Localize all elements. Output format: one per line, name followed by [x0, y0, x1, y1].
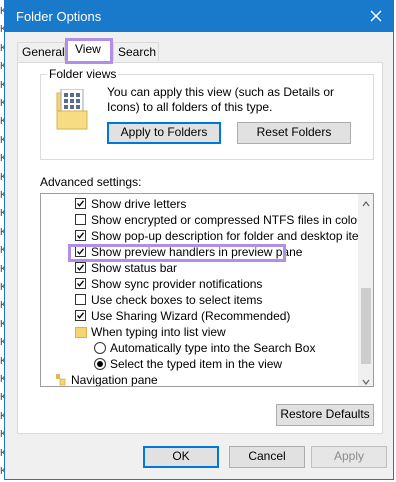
- setting-checkbox[interactable]: [75, 214, 86, 225]
- highlight-annotation: [68, 244, 286, 262]
- setting-label: Navigation pane: [71, 373, 158, 387]
- setting-checkbox[interactable]: [75, 278, 86, 289]
- setting-label: When typing into list view: [91, 325, 226, 339]
- setting-label: Use check boxes to select items: [91, 293, 263, 307]
- ok-button[interactable]: OK: [143, 446, 219, 468]
- close-icon[interactable]: [365, 5, 387, 27]
- setting-row[interactable]: Show drive letters: [41, 196, 359, 213]
- setting-row[interactable]: Show encrypted or compressed NTFS files …: [41, 212, 362, 229]
- setting-row[interactable]: Show pop-up description for folder and d…: [41, 228, 373, 245]
- setting-checkbox[interactable]: [75, 310, 86, 321]
- advanced-settings-label: Advanced settings:: [40, 175, 142, 189]
- window-title: Folder Options: [16, 9, 102, 24]
- setting-label: Show sync provider notifications: [91, 277, 263, 291]
- cancel-button[interactable]: Cancel: [229, 446, 305, 468]
- tab-search[interactable]: Search: [113, 42, 159, 61]
- setting-radio[interactable]: [94, 342, 106, 354]
- setting-row[interactable]: When typing into list view: [41, 324, 359, 341]
- scroll-thumb[interactable]: [361, 288, 371, 364]
- folder-options-dialog: Folder Options General Search View Folde…: [4, 0, 394, 480]
- setting-row[interactable]: Show status bar: [41, 260, 359, 277]
- setting-row[interactable]: Navigation pane: [41, 372, 359, 387]
- setting-label: Automatically type into the Search Box: [110, 341, 316, 355]
- tab-general[interactable]: General: [17, 42, 65, 61]
- setting-radio[interactable]: [94, 358, 106, 370]
- apply-button[interactable]: Apply: [311, 446, 387, 468]
- scroll-down-icon[interactable]: [362, 375, 370, 385]
- reset-folders-button[interactable]: Reset Folders: [237, 122, 351, 144]
- folder-views-description: You can apply this view (such as Details…: [107, 85, 335, 114]
- setting-label: Show status bar: [91, 261, 178, 275]
- setting-row[interactable]: Show sync provider notifications: [41, 276, 359, 293]
- setting-row[interactable]: Automatically type into the Search Box: [41, 340, 359, 357]
- apply-to-folders-button[interactable]: Apply to Folders: [107, 122, 221, 144]
- scroll-up-icon[interactable]: [362, 197, 370, 207]
- list-scrollbar[interactable]: [358, 194, 373, 386]
- setting-label: Show drive letters: [91, 197, 187, 211]
- setting-label: Use Sharing Wizard (Recommended): [91, 309, 291, 323]
- setting-checkbox[interactable]: [75, 294, 86, 305]
- setting-label: Show pop-up description for folder and d…: [91, 229, 374, 243]
- folder-views-legend: Folder views: [47, 67, 119, 81]
- navigation-pane-icon: [55, 373, 67, 386]
- folder-icon: [75, 327, 87, 338]
- setting-row[interactable]: Select the typed item in the view: [41, 356, 359, 373]
- setting-label: Show encrypted or compressed NTFS files …: [91, 213, 362, 227]
- setting-checkbox[interactable]: [75, 262, 86, 273]
- advanced-settings-list[interactable]: Navigation pane Select the typed item in …: [40, 193, 374, 387]
- title-bar[interactable]: Folder Options: [5, 1, 393, 32]
- setting-row[interactable]: Use Sharing Wizard (Recommended): [41, 308, 359, 325]
- setting-checkbox[interactable]: [75, 230, 86, 241]
- setting-checkbox[interactable]: [75, 198, 86, 209]
- restore-defaults-button[interactable]: Restore Defaults: [276, 404, 374, 426]
- folder-views-group: Folder views You can apply this view (su…: [40, 67, 374, 160]
- radio-dot: [97, 361, 103, 367]
- setting-label: Select the typed item in the view: [110, 357, 283, 371]
- tab-view[interactable]: View: [65, 38, 113, 64]
- setting-row[interactable]: Use check boxes to select items: [41, 292, 359, 309]
- view-tab-panel: Folder views You can apply this view (su…: [17, 62, 383, 434]
- folder-view-icon: [55, 88, 91, 133]
